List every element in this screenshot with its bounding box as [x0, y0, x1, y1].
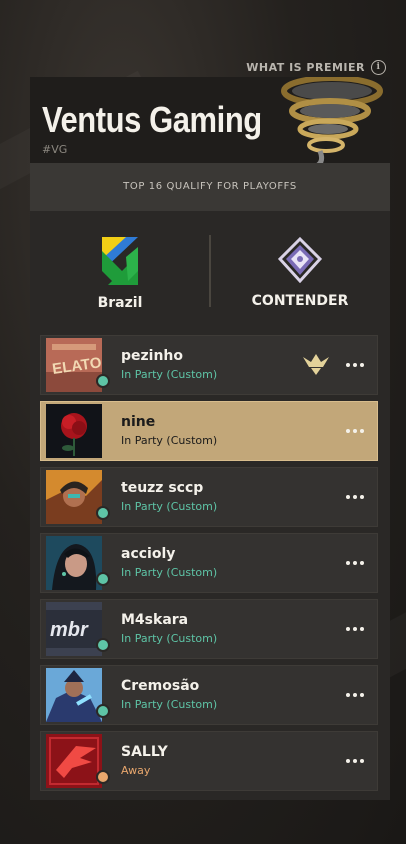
online-status-dot: [96, 572, 110, 586]
more-options-icon[interactable]: [345, 685, 365, 705]
region-info: Brazil: [30, 237, 210, 311]
member-row-pezinho[interactable]: ELATO pezinho In Party (Custom): [40, 335, 378, 395]
more-options-icon[interactable]: [345, 487, 365, 507]
more-options-icon[interactable]: [345, 355, 365, 375]
player-status: In Party (Custom): [121, 698, 218, 711]
red-bird-avatar: [46, 734, 102, 788]
playoff-qualify-banner: TOP 16 QUALIFY FOR PLAYOFFS: [30, 163, 390, 211]
team-tag: #VG: [42, 143, 68, 156]
member-row-nine[interactable]: nine In Party (Custom): [40, 401, 378, 461]
rose-avatar: [46, 404, 102, 458]
team-owner-crown-icon: [303, 354, 329, 375]
what-is-premier-link[interactable]: WHAT IS PREMIER i: [246, 59, 386, 75]
player-name: M4skara: [121, 612, 189, 628]
region-label: Brazil: [97, 295, 143, 311]
online-status-dot: [96, 506, 110, 520]
info-icon: i: [371, 59, 386, 75]
player-status: In Party (Custom): [121, 368, 218, 381]
member-row-m4skara[interactable]: mbr M4skara In Party (Custom): [40, 599, 378, 659]
what-is-premier-label: WHAT IS PREMIER: [246, 60, 365, 74]
agent-portrait-avatar: [46, 470, 102, 524]
member-row-teuzz-sccp[interactable]: teuzz sccp In Party (Custom): [40, 467, 378, 527]
player-status: In Party (Custom): [121, 632, 218, 645]
gelato-avatar: ELATO: [46, 338, 102, 392]
player-name: teuzz sccp: [121, 480, 204, 496]
player-status: In Party (Custom): [121, 500, 218, 513]
division-label: CONTENDER: [251, 293, 349, 309]
contender-rank-icon: [277, 236, 323, 284]
member-row-sally[interactable]: SALLY Away: [40, 731, 378, 791]
brazil-flag-icon: [102, 237, 138, 285]
away-status-dot: [96, 770, 110, 784]
player-name: Cremosão: [121, 678, 200, 694]
more-options-icon[interactable]: [345, 553, 365, 573]
more-options-icon[interactable]: [345, 421, 365, 441]
player-status: In Party (Custom): [121, 566, 218, 579]
online-status-dot: [96, 374, 110, 388]
player-status: Away: [121, 764, 151, 777]
player-status: In Party (Custom): [121, 434, 218, 447]
mbr-logo-avatar: mbr: [46, 602, 102, 656]
player-name: pezinho: [121, 348, 184, 364]
agent-portrait-avatar: [46, 536, 102, 590]
agent-portrait-avatar: [46, 668, 102, 722]
more-options-icon[interactable]: [345, 619, 365, 639]
team-header: Ventus Gaming #VG: [30, 77, 390, 163]
online-status-dot: [96, 704, 110, 718]
more-options-icon[interactable]: [345, 751, 365, 771]
svg-text:mbr: mbr: [50, 619, 89, 641]
team-info-section: Brazil CONTENDER: [30, 211, 390, 325]
team-member-list: ELATO pezinho In Party (Custom) nine In …: [40, 335, 378, 797]
player-name: nine: [121, 414, 156, 430]
player-name: SALLY: [121, 744, 168, 760]
division-info: CONTENDER: [210, 236, 390, 309]
tornado-logo-icon: [281, 77, 383, 163]
online-status-dot: [96, 638, 110, 652]
member-row-cremosao[interactable]: Cremosão In Party (Custom): [40, 665, 378, 725]
player-name: accioly: [121, 546, 176, 562]
team-name: Ventus Gaming: [42, 99, 262, 140]
member-row-accioly[interactable]: accioly In Party (Custom): [40, 533, 378, 593]
premier-team-panel: Ventus Gaming #VG TOP 16 QUALIFY FOR PLA…: [30, 77, 390, 800]
